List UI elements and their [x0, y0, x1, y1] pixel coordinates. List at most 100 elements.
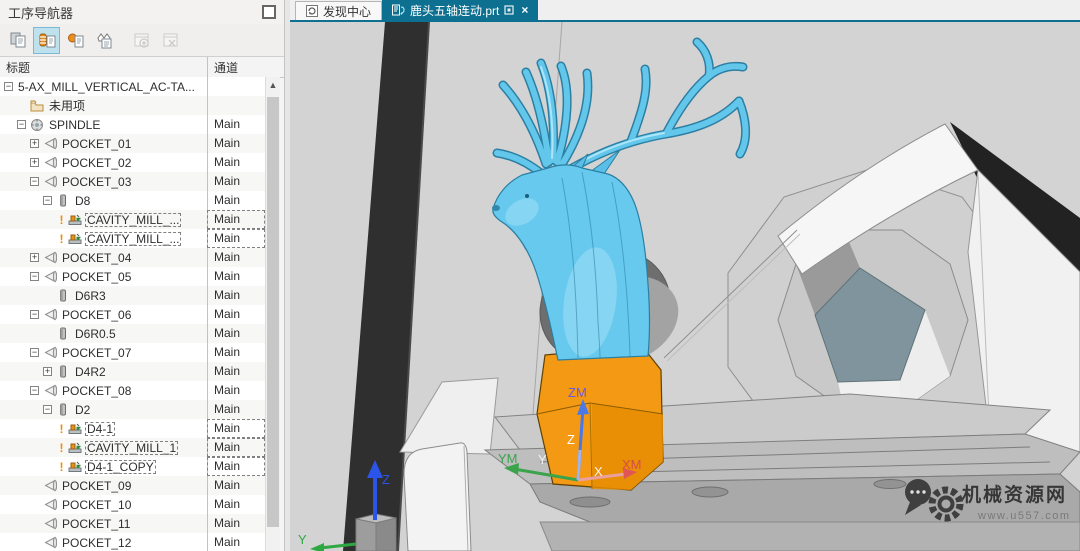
row-indent [0, 371, 43, 372]
tree-row[interactable]: −POCKET_05Main [0, 267, 266, 286]
row-label[interactable]: POCKET_03 [60, 175, 133, 189]
row-label[interactable]: 未用项 [47, 97, 87, 114]
expand-icon[interactable]: + [30, 139, 39, 148]
tree-row[interactable]: −D8Main [0, 191, 266, 210]
geometry-view-button[interactable] [62, 27, 89, 54]
row-label[interactable]: POCKET_01 [60, 137, 133, 151]
scrollbar-thumb[interactable] [267, 97, 279, 527]
row-label[interactable]: POCKET_02 [60, 156, 133, 170]
machine-tool-view-button[interactable] [33, 27, 60, 54]
tree-row[interactable]: −POCKET_03Main [0, 172, 266, 191]
row-label[interactable]: SPINDLE [47, 118, 102, 132]
expand-icon[interactable]: + [30, 253, 39, 262]
collapse-icon[interactable]: − [43, 196, 52, 205]
row-label[interactable]: POCKET_10 [60, 498, 133, 512]
tree-row[interactable]: POCKET_11Main [0, 514, 266, 533]
tree-row[interactable]: POCKET_09Main [0, 476, 266, 495]
row-label[interactable]: D8 [73, 194, 92, 208]
row-indent [0, 314, 30, 315]
collapse-icon[interactable]: − [4, 82, 13, 91]
cone-icon [42, 384, 58, 398]
row-label[interactable]: POCKET_11 [60, 517, 132, 531]
tree-row[interactable]: !D4-1Main [0, 419, 266, 438]
row-label[interactable]: POCKET_08 [60, 384, 133, 398]
tree-row[interactable]: + POCKET_01 Main [0, 134, 266, 153]
row-label[interactable]: 5-AX_MILL_VERTICAL_AC-TA... [16, 80, 197, 94]
operation-icon [67, 441, 83, 455]
regenerate-warning-icon: ! [56, 460, 67, 474]
tree-row[interactable]: − POCKET_06 Main [0, 305, 266, 324]
row-indent [0, 485, 30, 486]
undock-icon[interactable] [262, 5, 276, 19]
close-window-button [157, 27, 184, 54]
expand-icon[interactable]: + [43, 367, 52, 376]
tab-part-file[interactable]: 鹿头五轴连动.prt × [382, 0, 538, 20]
tree-row[interactable]: !D4-1_COPYMain [0, 457, 266, 476]
row-indent [0, 200, 43, 201]
channel-cell: Main [207, 305, 265, 324]
tree-row[interactable]: D6R3Main [0, 286, 266, 305]
machine-simulation-scene: ZM Z YM Y X XM Z Y [290, 22, 1080, 551]
regenerate-warning-icon: ! [56, 213, 67, 227]
tree-row[interactable]: 未用项 [0, 96, 266, 115]
collapse-icon[interactable]: − [17, 120, 26, 129]
tree-row[interactable]: D6R0.5Main [0, 324, 266, 343]
tree-scrollbar[interactable]: ▲ [265, 77, 280, 551]
row-indent [0, 295, 43, 296]
graphics-viewport[interactable]: ZM Z YM Y X XM Z Y [290, 22, 1080, 551]
cone-icon [42, 156, 58, 170]
folder-icon [29, 99, 45, 113]
row-label[interactable]: CAVITY_MILL_... [85, 232, 181, 246]
scroll-up-icon[interactable]: ▲ [266, 77, 280, 92]
tree-row[interactable]: −D2Main [0, 400, 266, 419]
row-label[interactable]: D4-1_COPY [85, 460, 156, 474]
expand-icon[interactable]: + [30, 158, 39, 167]
collapse-icon[interactable]: − [30, 272, 39, 281]
tree-row[interactable]: −5-AX_MILL_VERTICAL_AC-TA... [0, 77, 266, 96]
row-indent [0, 124, 17, 125]
collapse-icon[interactable]: − [30, 310, 39, 319]
close-tab-icon[interactable]: × [521, 3, 528, 17]
tab-discovery-center[interactable]: 发现中心 [295, 1, 382, 20]
row-label[interactable]: D6R3 [73, 289, 108, 303]
cone-icon [42, 517, 58, 531]
tree-row[interactable]: POCKET_12Main [0, 533, 266, 551]
method-view-button[interactable] [91, 27, 118, 54]
tree-row[interactable]: !CAVITY_MILL_...Main [0, 229, 266, 248]
row-label[interactable]: CAVITY_MILL_... [85, 213, 181, 227]
tree-row[interactable]: +POCKET_04Main [0, 248, 266, 267]
row-label[interactable]: POCKET_04 [60, 251, 133, 265]
row-label[interactable]: POCKET_09 [60, 479, 133, 493]
tree-row[interactable]: +D4R2Main [0, 362, 266, 381]
row-label[interactable]: POCKET_05 [60, 270, 133, 284]
collapse-icon[interactable]: − [30, 348, 39, 357]
tree-row[interactable]: !CAVITY_MILL_1Main [0, 438, 266, 457]
tree-row[interactable]: +POCKET_02Main [0, 153, 266, 172]
row-indent [0, 181, 30, 182]
column-title[interactable]: 标题 [0, 57, 207, 77]
column-channel[interactable]: 通道 [207, 57, 265, 77]
row-label[interactable]: CAVITY_MILL_1 [85, 441, 178, 455]
row-label[interactable]: D6R0.5 [73, 327, 118, 341]
collapse-icon[interactable]: − [30, 386, 39, 395]
collapse-icon[interactable]: − [30, 177, 39, 186]
z-axis-label: Z [567, 432, 575, 447]
navigator-view-toolbar [0, 24, 284, 56]
row-label[interactable]: D4-1 [85, 422, 115, 436]
row-label[interactable]: POCKET_12 [60, 536, 133, 550]
tree-row[interactable]: −POCKET_07Main [0, 343, 266, 362]
channel-cell: Main [207, 134, 265, 153]
row-label[interactable]: POCKET_06 [60, 308, 133, 322]
cone-icon [42, 346, 58, 360]
channel-cell: Main [207, 419, 265, 438]
collapse-icon[interactable]: − [43, 405, 52, 414]
row-label[interactable]: D4R2 [73, 365, 108, 379]
row-label[interactable]: POCKET_07 [60, 346, 133, 360]
row-indent [0, 447, 56, 448]
tree-row[interactable]: −SPINDLEMain [0, 115, 266, 134]
tree-row[interactable]: POCKET_10Main [0, 495, 266, 514]
program-order-view-button[interactable] [4, 27, 31, 54]
tree-row[interactable]: −POCKET_08Main [0, 381, 266, 400]
tree-row[interactable]: !CAVITY_MILL_...Main [0, 210, 266, 229]
row-label[interactable]: D2 [73, 403, 92, 417]
